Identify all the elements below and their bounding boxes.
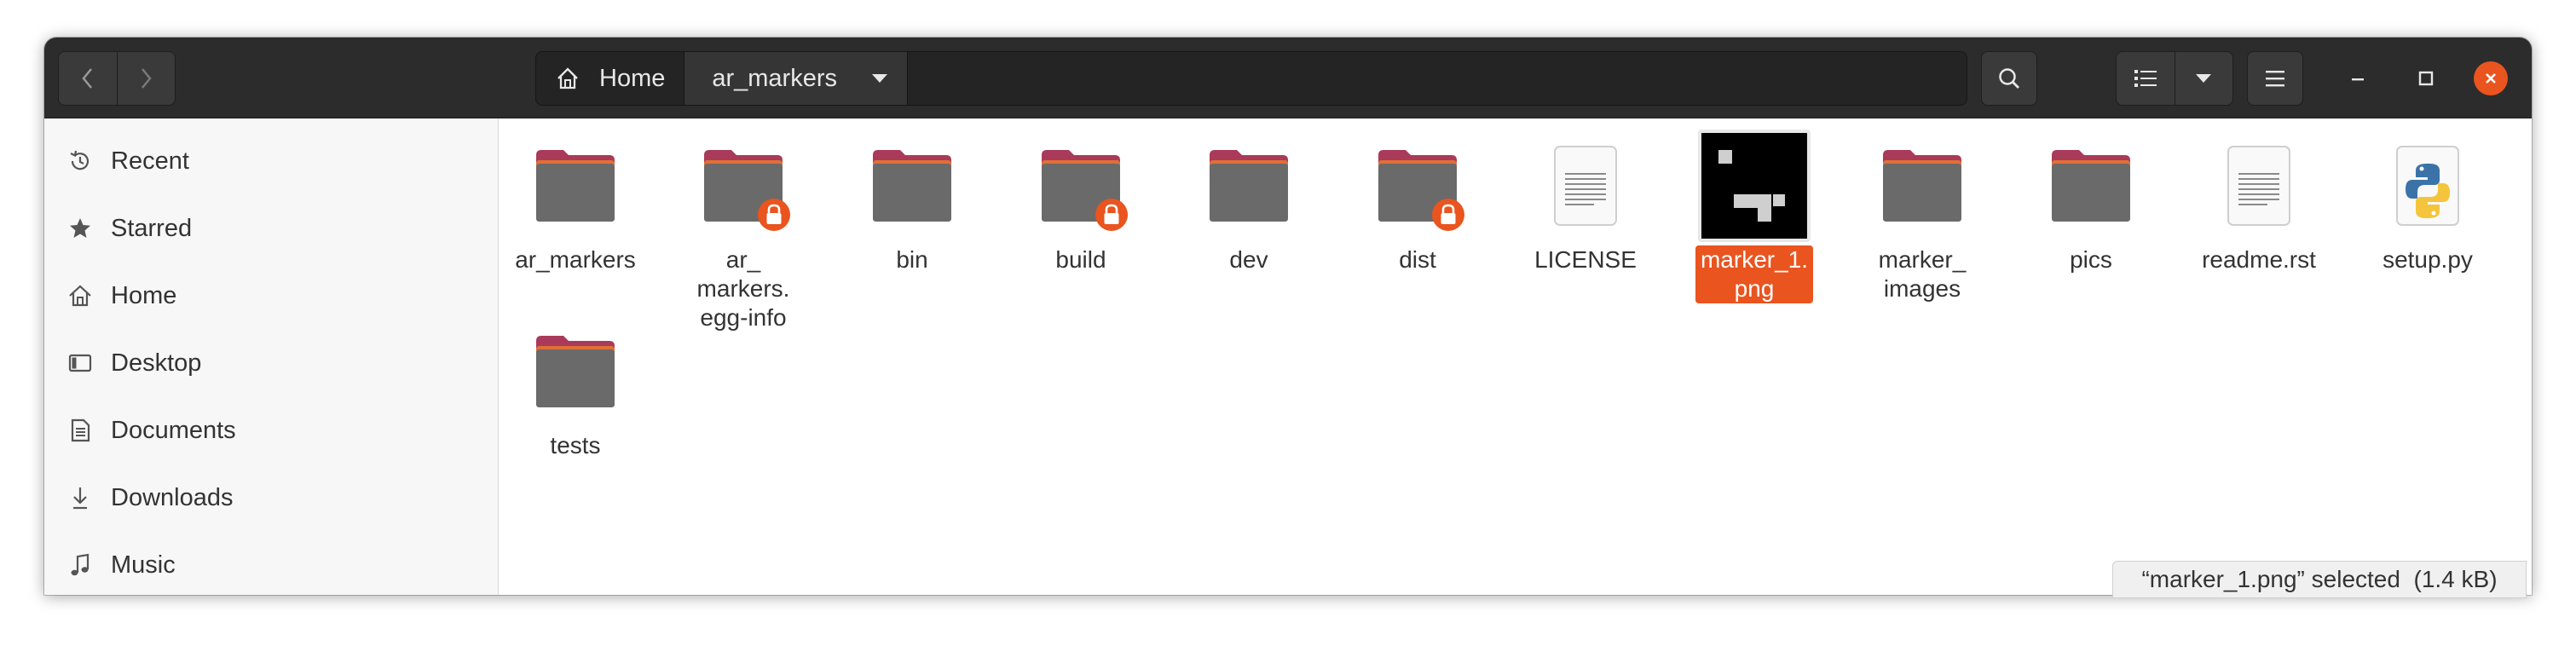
file-item-folder-locked[interactable]: dist	[1341, 130, 1494, 274]
folder-icon	[519, 130, 632, 242]
folder-icon	[1025, 130, 1137, 242]
folder-icon	[1361, 130, 1474, 242]
sidebar-item-label: Documents	[111, 416, 236, 444]
sidebar-item-label: Recent	[111, 147, 189, 175]
minimize-button[interactable]	[2341, 61, 2375, 95]
breadcrumb-current[interactable]: ar_markers	[684, 52, 909, 105]
search-icon	[1999, 68, 2019, 89]
caret-down-icon	[872, 74, 888, 83]
folder-icon	[519, 315, 632, 428]
view-options-button[interactable]	[2174, 52, 2233, 105]
forward-button[interactable]	[116, 52, 176, 105]
sidebar-item-music[interactable]: Music	[65, 539, 176, 591]
file-item-text[interactable]: LICENSE	[1509, 130, 1662, 274]
file-manager-window: Home ar_markers Recent Starred Home Desk…	[44, 37, 2532, 595]
file-item-folder[interactable]: pics	[2014, 130, 2168, 274]
sidebar-item-documents[interactable]: Documents	[65, 405, 236, 456]
sidebar-item-downloads[interactable]: Downloads	[65, 472, 233, 523]
folder-icon	[1193, 130, 1305, 242]
sidebar-item-label: Music	[111, 551, 176, 579]
chevron-right-icon	[142, 68, 152, 89]
desktop-icon	[65, 348, 95, 378]
lock-icon	[1432, 199, 1464, 231]
sidebar-item-label: Downloads	[111, 483, 234, 511]
hamburger-menu-icon	[2266, 71, 2284, 87]
download-icon	[65, 482, 95, 513]
star-icon	[65, 213, 95, 244]
file-item-image-selected[interactable]: marker_1. png	[1678, 130, 1831, 303]
breadcrumb-current-label: ar_markers	[712, 64, 838, 92]
caret-down-icon	[2196, 74, 2212, 83]
maximize-icon	[2418, 71, 2434, 86]
sidebar-item-home[interactable]: Home	[65, 270, 176, 321]
navigation-buttons	[58, 51, 176, 106]
sidebar-item-recent[interactable]: Recent	[65, 136, 189, 187]
file-item-python[interactable]: setup.py	[2351, 130, 2504, 274]
maximize-button[interactable]	[2409, 61, 2443, 95]
folder-icon	[1866, 130, 1978, 242]
home-icon	[65, 280, 95, 311]
text-file-icon	[1529, 130, 1642, 242]
file-item-folder[interactable]: bin	[835, 130, 989, 274]
selection-status-bar: “marker_1.png” selected (1.4 kB)	[2112, 561, 2527, 598]
sidebar-item-label: Desktop	[111, 349, 202, 377]
file-item-folder[interactable]: marker_ images	[1845, 130, 1999, 303]
close-icon	[2486, 73, 2496, 84]
clock-icon	[65, 146, 95, 176]
breadcrumb-home[interactable]: Home	[536, 52, 685, 105]
file-item-folder-locked[interactable]: build	[1004, 130, 1158, 274]
file-item-folder[interactable]: ar_markers	[499, 130, 652, 274]
file-item-folder[interactable]: dev	[1172, 130, 1326, 274]
home-icon	[557, 67, 578, 89]
list-view-icon	[2134, 70, 2157, 87]
headerbar: Home ar_markers	[44, 37, 2532, 118]
chevron-left-icon	[82, 68, 92, 89]
file-grid: ar_markers ar_ markers. egg-info bin build	[499, 118, 2532, 595]
file-item-text[interactable]: readme.rst	[2182, 130, 2336, 274]
document-icon	[65, 415, 95, 446]
lock-icon	[758, 199, 790, 231]
view-buttons	[2116, 51, 2233, 106]
back-button[interactable]	[59, 52, 117, 105]
file-item-folder-locked[interactable]: ar_ markers. egg-info	[667, 130, 820, 332]
minimize-icon	[2352, 78, 2364, 81]
folder-icon	[2035, 130, 2147, 242]
image-thumbnail-icon	[1698, 130, 1811, 242]
breadcrumb-home-label: Home	[599, 64, 666, 92]
sidebar-item-desktop[interactable]: Desktop	[65, 337, 201, 389]
status-text: “marker_1.png” selected (1.4 kB)	[2141, 566, 2498, 592]
lock-icon	[1095, 199, 1128, 231]
sidebar-item-label: Starred	[111, 214, 193, 242]
text-file-icon	[2203, 130, 2315, 242]
places-sidebar: Recent Starred Home Desktop Documents Do…	[44, 118, 499, 595]
music-icon	[65, 550, 95, 580]
file-item-folder[interactable]: tests	[499, 315, 652, 460]
main-menu-button[interactable]	[2247, 51, 2303, 106]
location-pathbar: Home ar_markers	[535, 51, 1967, 106]
sidebar-item-starred[interactable]: Starred	[65, 203, 192, 254]
sidebar-item-label: Home	[111, 281, 177, 309]
python-file-icon	[2371, 130, 2484, 242]
search-button[interactable]	[1981, 51, 2037, 106]
folder-icon	[856, 130, 968, 242]
list-view-button[interactable]	[2117, 52, 2175, 105]
folder-icon	[687, 130, 800, 242]
close-button[interactable]	[2474, 61, 2508, 95]
